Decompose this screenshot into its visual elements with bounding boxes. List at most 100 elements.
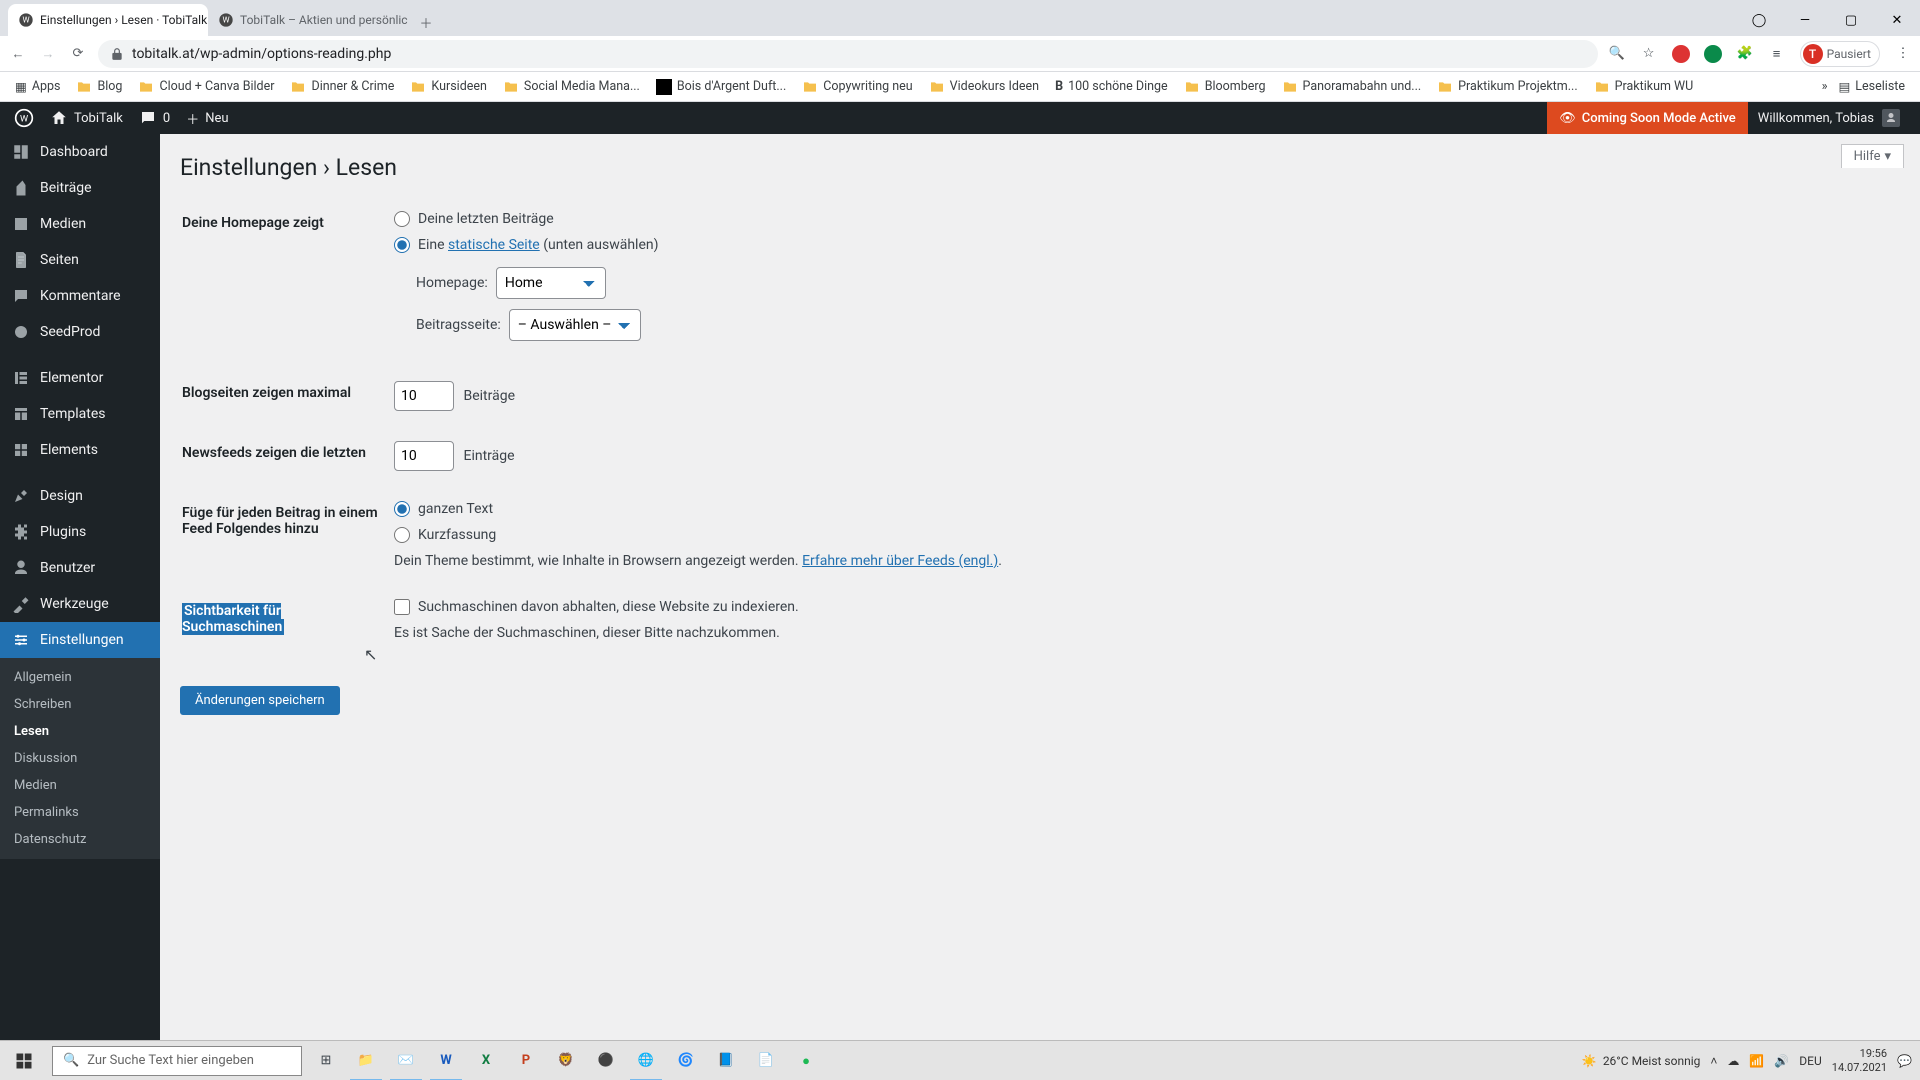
static-page-link[interactable]: statische Seite (448, 237, 540, 253)
sidebar-item-elementor[interactable]: Elementor (0, 360, 160, 396)
sidebar-item-elements[interactable]: Elements (0, 432, 160, 468)
sidebar-item-plugins[interactable]: Plugins (0, 514, 160, 550)
bookmark[interactable]: Panoramabahn und... (1277, 79, 1427, 95)
spotify-icon[interactable]: ● (786, 1041, 826, 1080)
bookmark[interactable]: Praktikum Projektm... (1432, 79, 1582, 95)
bookmark[interactable]: Social Media Mana... (498, 79, 645, 95)
bookmark[interactable]: Bloomberg (1179, 79, 1271, 95)
onedrive-icon[interactable]: ☁ (1727, 1054, 1739, 1068)
browser-tab-1[interactable]: W TobiTalk – Aktien und persönliche... (208, 4, 408, 36)
star-icon[interactable]: ☆ (1640, 45, 1658, 63)
submenu-diskussion[interactable]: Diskussion (0, 745, 160, 772)
sidebar-item-posts[interactable]: Beiträge (0, 170, 160, 206)
powerpoint-icon[interactable]: P (506, 1041, 546, 1080)
forward-button[interactable]: → (38, 46, 58, 62)
comments-link[interactable]: 0 (131, 102, 178, 134)
wifi-icon[interactable]: 📶 (1749, 1054, 1764, 1068)
volume-icon[interactable]: 🔊 (1774, 1054, 1789, 1068)
weather-widget[interactable]: ☀️26°C Meist sonnig (1582, 1054, 1701, 1068)
bookmark[interactable]: Bois d'Argent Duft... (651, 79, 791, 95)
notifications-icon[interactable]: 💬 (1897, 1054, 1912, 1068)
ext-green-icon[interactable] (1704, 45, 1722, 63)
obs-icon[interactable]: ⚫ (586, 1041, 626, 1080)
ext-red-icon[interactable] (1672, 45, 1690, 63)
homepage-select[interactable]: Home (496, 267, 606, 299)
checkbox-discourage[interactable]: Suchmaschinen davon abhalten, diese Webs… (394, 599, 1888, 615)
submenu-permalinks[interactable]: Permalinks (0, 799, 160, 826)
file-explorer-icon[interactable]: 📁 (346, 1041, 386, 1080)
puzzle-icon[interactable]: 🧩 (1736, 45, 1754, 63)
bookmark[interactable]: Cloud + Canva Bilder (133, 79, 279, 95)
radio-input[interactable] (394, 211, 410, 227)
bookmark[interactable]: Praktikum WU (1589, 79, 1699, 95)
help-tab[interactable]: Hilfe▾ (1841, 144, 1904, 168)
language-indicator[interactable]: DEU (1799, 1054, 1821, 1068)
clock[interactable]: 19:5614.07.2021 (1832, 1047, 1887, 1073)
task-view-icon[interactable]: ⊞ (306, 1041, 346, 1080)
coming-soon-badge[interactable]: 👁Coming Soon Mode Active (1547, 102, 1748, 134)
brave-icon[interactable]: 🦁 (546, 1041, 586, 1080)
circle-icon[interactable]: ◯ (1736, 4, 1782, 36)
zoom-icon[interactable]: 🔍 (1608, 45, 1626, 63)
submenu-medien[interactable]: Medien (0, 772, 160, 799)
bookmark[interactable]: Dinner & Crime (285, 79, 399, 95)
bookmark[interactable]: Blog (71, 79, 127, 95)
radio-input[interactable] (394, 527, 410, 543)
radio-latest-posts[interactable]: Deine letzten Beiträge (394, 211, 1888, 227)
browser-tab-0[interactable]: W Einstellungen › Lesen · TobiTalk – ... (8, 4, 208, 36)
close-window-button[interactable]: ✕ (1874, 4, 1920, 36)
url-input[interactable]: tobitalk.at/wp-admin/options-reading.php (98, 40, 1598, 68)
ext-list-icon[interactable]: ≡ (1768, 45, 1786, 63)
bookmark[interactable]: B100 schöne Dinge (1050, 79, 1173, 94)
checkbox-input[interactable] (394, 599, 410, 615)
sidebar-item-settings[interactable]: Einstellungen (0, 622, 160, 658)
bookmark[interactable]: Kursideen (405, 79, 492, 95)
submenu-schreiben[interactable]: Schreiben (0, 691, 160, 718)
bookmark[interactable]: Copywriting neu (797, 79, 917, 95)
word-icon[interactable]: W (426, 1041, 466, 1080)
app-icon[interactable]: 📄 (746, 1041, 786, 1080)
tray-chevron-icon[interactable]: ˄ (1710, 1054, 1717, 1068)
minimize-button[interactable]: — (1782, 4, 1828, 36)
sidebar-item-templates[interactable]: Templates (0, 396, 160, 432)
submenu-lesen[interactable]: Lesen (0, 718, 160, 745)
sidebar-item-seedprod[interactable]: SeedProd (0, 314, 160, 350)
new-content[interactable]: ＋Neu (178, 102, 236, 134)
user-menu[interactable]: Willkommen, Tobias (1748, 109, 1910, 127)
feed-max-input[interactable] (394, 441, 454, 471)
maximize-button[interactable]: ▢ (1828, 4, 1874, 36)
taskbar-search[interactable]: 🔍Zur Suche Text hier eingeben (52, 1046, 302, 1076)
submenu-allgemein[interactable]: Allgemein (0, 664, 160, 691)
submenu-datenschutz[interactable]: Datenschutz (0, 826, 160, 853)
reload-button[interactable]: ⟳ (68, 46, 88, 61)
blog-max-input[interactable] (394, 381, 454, 411)
bookmark[interactable]: Videokurs Ideen (924, 79, 1044, 95)
menu-icon[interactable]: ⋮ (1894, 45, 1912, 63)
bookmark[interactable]: ▦Apps (10, 79, 65, 95)
edge-icon[interactable]: 🌀 (666, 1041, 706, 1080)
sidebar-item-dashboard[interactable]: Dashboard (0, 134, 160, 170)
reading-list[interactable]: ▤Leseliste (1833, 79, 1910, 95)
radio-full-text[interactable]: ganzen Text (394, 501, 1888, 517)
postspage-select[interactable]: – Auswählen – (509, 309, 641, 341)
profile-chip[interactable]: T Pausiert (1800, 41, 1880, 67)
site-link[interactable]: TobiTalk (42, 102, 131, 134)
save-button[interactable]: Änderungen speichern (180, 686, 340, 715)
sidebar-item-media[interactable]: Medien (0, 206, 160, 242)
sidebar-item-comments[interactable]: Kommentare (0, 278, 160, 314)
sidebar-item-users[interactable]: Benutzer (0, 550, 160, 586)
radio-input[interactable] (394, 501, 410, 517)
bookmark-overflow[interactable]: » (1822, 79, 1828, 94)
app-icon[interactable]: 📘 (706, 1041, 746, 1080)
radio-summary[interactable]: Kurzfassung (394, 527, 1888, 543)
wp-logo[interactable]: W (6, 102, 42, 134)
sidebar-item-pages[interactable]: Seiten (0, 242, 160, 278)
mail-icon[interactable]: ✉️ (386, 1041, 426, 1080)
sidebar-item-tools[interactable]: Werkzeuge (0, 586, 160, 622)
excel-icon[interactable]: X (466, 1041, 506, 1080)
new-tab-button[interactable]: ＋ (412, 8, 440, 36)
back-button[interactable]: ← (8, 46, 28, 62)
radio-input[interactable] (394, 237, 410, 253)
sidebar-item-design[interactable]: Design (0, 478, 160, 514)
start-button[interactable] (0, 1041, 48, 1080)
